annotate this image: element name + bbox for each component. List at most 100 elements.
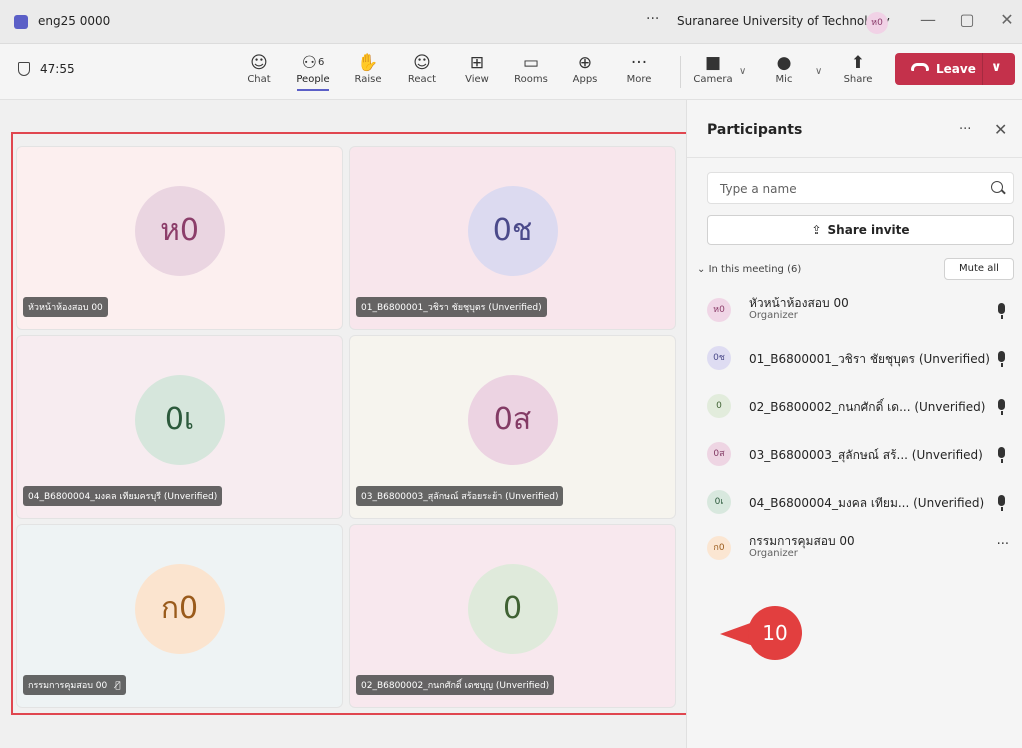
panel-close-icon[interactable]: ✕ <box>994 120 1007 139</box>
people-count: 6 <box>317 57 325 68</box>
chat-label: Chat <box>247 74 271 85</box>
annotation-callout: 10 <box>720 602 806 660</box>
rooms-icon: ▭ <box>522 53 540 73</box>
plus-icon: ⊕ <box>577 53 593 73</box>
participant-name-tag: 01_B6800001_วชิรา ชัยชุบุตร (Unverified) <box>356 297 547 317</box>
mute-all-button[interactable]: Mute all <box>944 258 1014 280</box>
react-button[interactable]: ☺ React <box>397 52 447 85</box>
meeting-timer: 47:55 <box>18 62 75 76</box>
in-meeting-section-toggle[interactable]: ⌄ In this meeting (6) <box>697 264 801 275</box>
organization-name: Suranaree University of Technology <box>677 14 890 28</box>
more-icon[interactable]: ··· <box>997 537 1009 552</box>
share-icon: ⇪ <box>811 223 822 237</box>
shield-icon <box>18 62 30 76</box>
leave-split-divider <box>982 53 983 85</box>
user-avatar[interactable]: ห0 <box>866 12 888 34</box>
raise-label: Raise <box>354 74 382 85</box>
chevron-down-icon: ⌄ <box>697 264 709 275</box>
participant-name-tag: หัวหน้าห้องสอบ 00 <box>23 297 108 317</box>
rooms-button[interactable]: ▭ Rooms <box>506 52 556 85</box>
participant-avatar: 0ส <box>707 442 731 466</box>
mic-icon[interactable] <box>998 351 1005 367</box>
participant-name: 04_B6800004_มงคล เทียม... (Unverified) <box>749 496 985 510</box>
share-tray-icon: ⬆ <box>850 53 866 73</box>
participant-role: Organizer <box>749 310 798 321</box>
smiley-icon: ☺ <box>413 53 431 73</box>
mic-options-chevron-icon[interactable]: ∨ <box>815 66 822 77</box>
more-button[interactable]: ··· More <box>614 52 664 85</box>
teams-app-icon <box>14 15 28 29</box>
chat-icon: ☺ <box>250 53 268 73</box>
camera-options-chevron-icon[interactable]: ∨ <box>739 66 746 77</box>
video-tile[interactable]: ห0 หัวหน้าห้องสอบ 00 <box>16 146 343 330</box>
participant-avatar: 0ช <box>467 185 558 276</box>
camera-button[interactable]: ■ Camera <box>688 52 738 85</box>
callout-number: 10 <box>762 621 788 645</box>
participant-name-tag: 04_B6800004_มงคล เทียมครบุรี (Unverified… <box>23 486 223 506</box>
mic-button[interactable]: ● Mic <box>759 52 809 85</box>
mic-icon[interactable] <box>998 495 1005 511</box>
ellipsis-icon: ··· <box>630 53 648 73</box>
video-tile[interactable]: 0 02_B6800002_กนกศักดิ์ เดชบุญ (Unverifi… <box>349 524 676 708</box>
apps-button[interactable]: ⊕ Apps <box>560 52 610 85</box>
view-button[interactable]: ⊞ View <box>452 52 502 85</box>
participant-row[interactable]: ห0 หัวหน้าห้องสอบ 00 Organizer <box>707 290 1017 330</box>
titlebar-more-icon[interactable]: ··· <box>646 11 659 27</box>
participant-name: 01_B6800001_วชิรา ชัยชุบุตร (Unverified) <box>749 352 990 366</box>
participant-search-input[interactable]: Type a name <box>707 172 1014 204</box>
share-invite-button[interactable]: ⇪ Share invite <box>707 215 1014 245</box>
camera-label: Camera <box>693 74 733 85</box>
search-placeholder: Type a name <box>720 182 797 196</box>
participant-avatar: 0เ <box>707 490 731 514</box>
participant-row[interactable]: ก0 กรรมการคุมสอบ 00 Organizer ··· <box>707 528 1017 568</box>
participant-row[interactable]: 0เ 04_B6800004_มงคล เทียม... (Unverified) <box>707 482 1017 522</box>
participant-row[interactable]: 0 02_B6800002_กนกศักดิ์ เด... (Unverified… <box>707 386 1017 426</box>
participant-row[interactable]: 0ส 03_B6800003_สุลักษณ์ สร้... (Unverifie… <box>707 434 1017 474</box>
raise-hand-button[interactable]: ✋ Raise <box>343 52 393 85</box>
participant-name-tag: 02_B6800002_กนกศักดิ์ เดชบุญ (Unverified… <box>356 675 555 695</box>
minimize-button[interactable]: — <box>917 10 939 29</box>
section-label: In this meeting (6) <box>708 264 802 275</box>
participant-avatar: ห0 <box>134 185 225 276</box>
mic-icon[interactable] <box>998 399 1005 415</box>
people-button[interactable]: ⚇6 People <box>288 52 338 91</box>
participant-avatar: ก0 <box>134 563 225 654</box>
react-label: React <box>407 74 437 85</box>
toolbar-divider <box>680 56 681 88</box>
timer-value: 47:55 <box>40 62 75 76</box>
mic-icon[interactable] <box>998 303 1005 319</box>
share-invite-label: Share invite <box>827 223 910 237</box>
close-window-button[interactable]: ✕ <box>996 10 1018 29</box>
mic-icon[interactable] <box>998 447 1005 463</box>
participant-role: Organizer <box>749 548 798 559</box>
video-tile[interactable]: 0ช 01_B6800001_วชิรา ชัยชุบุตร (Unverifi… <box>349 146 676 330</box>
panel-divider <box>687 157 1022 158</box>
leave-button[interactable]: Leave ∨ <box>895 53 1015 85</box>
participant-avatar: 0ส <box>467 374 558 465</box>
apps-label: Apps <box>572 74 598 85</box>
video-tile[interactable]: ก0 กรรมการคุมสอบ 00 🎙̸ <box>16 524 343 708</box>
meeting-toolbar: 47:55 ☺ Chat ⚇6 People ✋ Raise ☺ React ⊞… <box>0 44 1022 100</box>
panel-more-icon[interactable]: ··· <box>959 122 971 137</box>
mic-icon: ● <box>776 53 792 73</box>
hand-icon: ✋ <box>357 53 379 73</box>
video-tile[interactable]: 0เ 04_B6800004_มงคล เทียมครบุรี (Unverif… <box>16 335 343 519</box>
chat-button[interactable]: ☺ Chat <box>234 52 284 85</box>
search-icon <box>991 181 1003 193</box>
share-label: Share <box>843 74 873 85</box>
camera-off-icon: ■ <box>704 53 722 73</box>
maximize-button[interactable]: ▢ <box>956 10 978 29</box>
grid-icon: ⊞ <box>469 53 485 73</box>
participant-name: 02_B6800002_กนกศักดิ์ เด... (Unverified) <box>749 400 986 414</box>
video-tile[interactable]: 0ส 03_B6800003_สุลักษณ์ สร้อยระย้า (Unve… <box>349 335 676 519</box>
panel-title: Participants <box>707 122 803 138</box>
window-title: eng25 0000 <box>38 14 111 28</box>
people-icon: ⚇ <box>301 53 317 73</box>
participant-name-tag: กรรมการคุมสอบ 00 🎙̸ <box>23 675 126 695</box>
title-bar: eng25 0000 ··· Suranaree University of T… <box>0 0 1022 44</box>
share-button[interactable]: ⬆ Share <box>833 52 883 85</box>
rooms-label: Rooms <box>514 74 548 85</box>
leave-options-chevron-icon[interactable]: ∨ <box>991 60 1002 75</box>
people-label: People <box>296 74 330 85</box>
participant-row[interactable]: 0ช 01_B6800001_วชิรา ชัยชุบุตร (Unverifie… <box>707 338 1017 378</box>
